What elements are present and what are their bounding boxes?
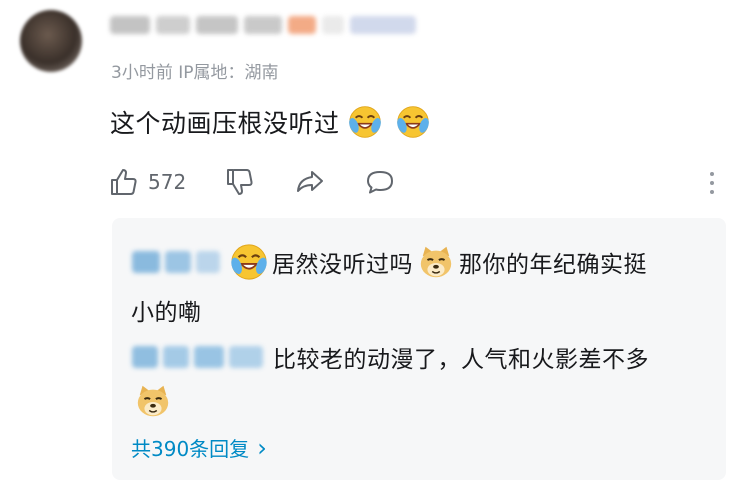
- reply-text: 比较老的动漫了，人气和火影差不多: [273, 347, 649, 373]
- redacted-block: [165, 251, 191, 273]
- comment-meta: 3小时前 IP属地：湖南: [111, 63, 279, 83]
- comment-icon[interactable]: [364, 166, 396, 198]
- chevron-right-icon: ›: [257, 433, 267, 462]
- redacted-block: [163, 346, 189, 368]
- comment-text-body: 这个动画压根没听过: [110, 109, 340, 138]
- like-count: 572: [148, 170, 187, 194]
- laughing-crying-emoji: [231, 244, 267, 280]
- redacted-block: [322, 16, 344, 34]
- reply-username-redacted[interactable]: [132, 251, 220, 273]
- redacted-block: [132, 346, 158, 368]
- reply-text: 居然没听过吗: [272, 252, 413, 278]
- redacted-badge: [350, 16, 416, 34]
- laughing-crying-emoji: [396, 106, 429, 138]
- username-redacted[interactable]: [110, 16, 416, 34]
- doge-emoji: [137, 385, 169, 417]
- thumbs-up-icon[interactable]: [108, 166, 140, 198]
- thumbs-down-icon[interactable]: [224, 166, 256, 198]
- comment-actions: 572: [108, 164, 396, 200]
- reply-username-redacted[interactable]: [132, 346, 263, 368]
- avatar[interactable]: [20, 10, 82, 72]
- reply-text: 小的嘞: [131, 300, 202, 326]
- share-icon[interactable]: [294, 166, 326, 198]
- reply-item-1-wrap: 小的嘞: [131, 293, 202, 327]
- reply-text: 那你的年纪确实挺: [459, 252, 647, 278]
- redacted-block: [229, 346, 263, 368]
- redacted-block: [194, 346, 224, 368]
- redacted-block: [132, 251, 160, 273]
- reply-item-1[interactable]: 居然没听过吗 那你的年纪确实挺: [132, 243, 647, 281]
- redacted-block: [196, 16, 238, 34]
- redacted-block: [196, 251, 220, 273]
- reply-item-2[interactable]: 比较老的动漫了，人气和火影差不多: [132, 340, 649, 374]
- redacted-block: [244, 16, 282, 34]
- more-vertical-icon[interactable]: [705, 170, 719, 196]
- doge-emoji: [420, 246, 452, 278]
- laughing-crying-emoji: [348, 106, 381, 138]
- redacted-block: [288, 16, 316, 34]
- redacted-block: [156, 16, 190, 34]
- comment-text: 这个动画压根没听过: [110, 104, 430, 140]
- redacted-block: [110, 16, 150, 34]
- view-all-replies-link[interactable]: 共390条回复 ›: [131, 433, 267, 462]
- view-all-label: 共390条回复: [131, 437, 250, 461]
